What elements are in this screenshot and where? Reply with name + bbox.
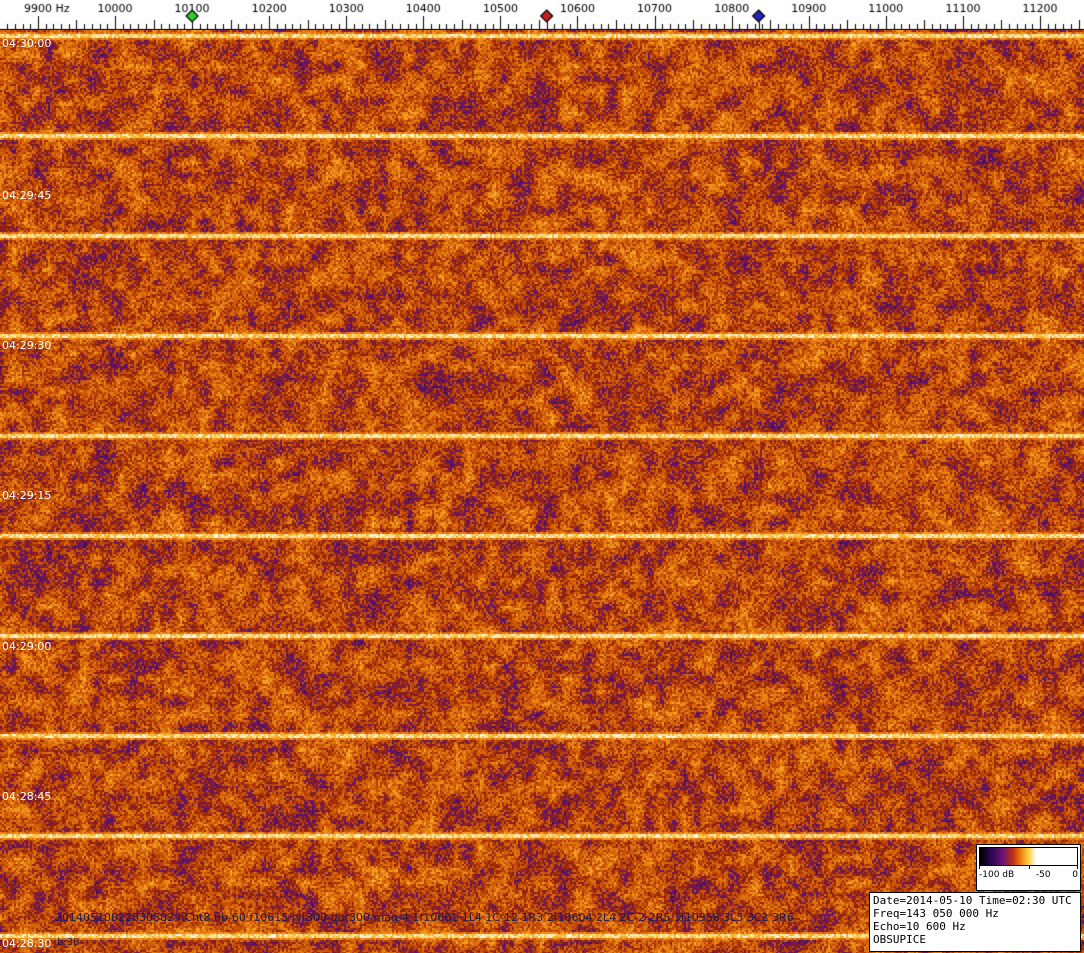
colorbar-tick bbox=[979, 866, 980, 869]
spectrogram-waterfall bbox=[0, 30, 1084, 953]
meteor-spectrogram-screenshot: 04:30:00 04:29:45 04:29:30 04:29:15 04:29:00… bbox=[0, 0, 1084, 953]
info-freq-line: Freq=143 050 000 Hz bbox=[873, 907, 1077, 920]
info-echo-line: Echo=10 600 Hz bbox=[873, 920, 1077, 933]
info-box: Date=2014-05-10 Time=02:30 UTC Freq=143 … bbox=[869, 892, 1081, 952]
info-station-line: OBSUPICE bbox=[873, 933, 1077, 946]
bottom-small-annotation: b:30 bbox=[57, 937, 79, 948]
colorbar-mid-label: -50 bbox=[1036, 870, 1051, 880]
info-date-line: Date=2014-05-10 Time=02:30 UTC bbox=[873, 894, 1077, 907]
frequency-ruler bbox=[0, 0, 1084, 30]
colorbar-gradient bbox=[979, 847, 1078, 866]
colorbar-ticks bbox=[979, 866, 1078, 869]
colorbar-max-label: 0 bbox=[1072, 870, 1078, 880]
colorbar-min-label: -100 dB bbox=[979, 870, 1014, 880]
colorbar-labels: -100 dB -50 0 bbox=[977, 869, 1080, 880]
colorbar-legend: -100 dB -50 0 bbox=[976, 844, 1081, 891]
colorbar-tick bbox=[1029, 866, 1030, 869]
colorbar-tick bbox=[1077, 866, 1078, 869]
detection-annotation: 20140510022830582 hCnt8 nb-60 f10615 hit… bbox=[55, 912, 794, 924]
